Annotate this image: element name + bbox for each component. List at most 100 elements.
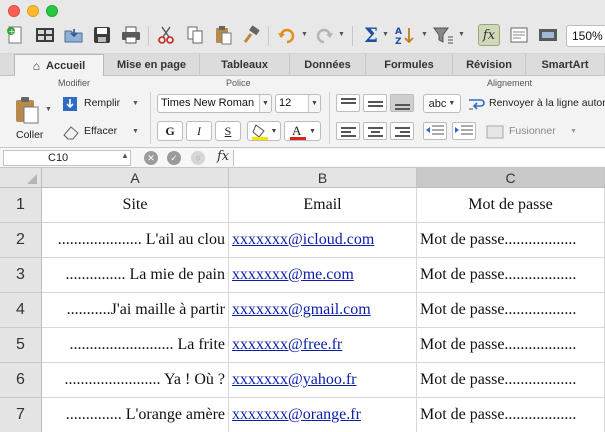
- fill-button[interactable]: Remplir ▼: [60, 94, 142, 114]
- password-cell[interactable]: Mot de passe..................: [417, 363, 605, 398]
- open-folder-icon[interactable]: [63, 24, 85, 46]
- redo-icon[interactable]: [313, 24, 335, 46]
- column-header-c[interactable]: C: [417, 168, 605, 188]
- cut-icon[interactable]: [155, 24, 177, 46]
- tab-formules[interactable]: Formules: [366, 54, 453, 76]
- row-header[interactable]: 2: [0, 223, 42, 258]
- tab-revision[interactable]: Révision: [453, 54, 526, 76]
- name-box[interactable]: C10: [3, 150, 131, 166]
- text-orientation-button[interactable]: abc ▼: [423, 94, 461, 113]
- paste-button[interactable]: Coller: [10, 96, 50, 144]
- tab-accueil[interactable]: ⌂ Accueil: [14, 54, 104, 77]
- chevron-down-icon: ▼: [448, 100, 456, 107]
- name-box-stepper-icon[interactable]: ▲: [121, 151, 129, 160]
- row-header[interactable]: 3: [0, 258, 42, 293]
- site-cell[interactable]: .......................... La frite: [42, 328, 229, 363]
- password-cell[interactable]: Mot de passe..................: [417, 293, 605, 328]
- align-top-button[interactable]: [336, 94, 360, 112]
- media-icon[interactable]: [537, 24, 559, 46]
- gallery-icon[interactable]: [34, 24, 56, 46]
- header-cell[interactable]: Site: [42, 188, 229, 223]
- password-cell[interactable]: Mot de passe..................: [417, 258, 605, 293]
- underline-button[interactable]: S: [215, 121, 241, 141]
- window-close-button[interactable]: [8, 5, 20, 17]
- font-color-button[interactable]: A ▼: [284, 121, 321, 141]
- clear-button[interactable]: Effacer ▼: [60, 122, 142, 142]
- show-formula-icon[interactable]: [508, 24, 530, 46]
- cancel-icon[interactable]: ✕: [144, 151, 158, 165]
- column-header-a[interactable]: A: [42, 168, 229, 188]
- new-document-icon[interactable]: +: [4, 24, 26, 46]
- format-painter-icon[interactable]: [240, 24, 262, 46]
- header-cell[interactable]: Mot de passe: [417, 188, 605, 223]
- sort-icon[interactable]: AZ: [394, 24, 416, 46]
- align-bottom-button[interactable]: [390, 94, 414, 112]
- merge-button[interactable]: Fusionner ▼: [486, 122, 582, 142]
- window-minimize-button[interactable]: [27, 5, 39, 17]
- align-left-button[interactable]: [336, 122, 360, 140]
- zoom-field[interactable]: 150%: [566, 25, 605, 47]
- row-header[interactable]: 7: [0, 398, 42, 432]
- decrease-indent-button[interactable]: [423, 122, 447, 140]
- align-right-button[interactable]: [390, 122, 414, 140]
- site-cell[interactable]: ........................ Ya ! Où ?: [42, 363, 229, 398]
- wrap-text-button[interactable]: Renvoyer à la ligne automatiquement: [467, 94, 605, 114]
- email-link-cell[interactable]: xxxxxxx@icloud.com: [229, 223, 417, 258]
- tab-smartart[interactable]: SmartArt: [526, 54, 605, 76]
- site-cell[interactable]: ............... La mie de pain: [42, 258, 229, 293]
- password-cell[interactable]: Mot de passe..................: [417, 328, 605, 363]
- insert-function-circle-icon[interactable]: ○: [191, 151, 205, 165]
- ribbon: Modifier Police Alignement Coller ▼ Remp…: [0, 76, 605, 148]
- eraser-icon: [63, 126, 79, 140]
- align-center-button[interactable]: [363, 122, 387, 140]
- password-cell[interactable]: Mot de passe..................: [417, 398, 605, 432]
- ribbon-tabs: ⌂ Accueil Mise en page Tableaux Données …: [0, 54, 605, 77]
- print-icon[interactable]: [120, 24, 142, 46]
- svg-text:Z: Z: [395, 37, 402, 45]
- row-header[interactable]: 5: [0, 328, 42, 363]
- tab-tableaux[interactable]: Tableaux: [200, 54, 290, 76]
- function-icon[interactable]: fx: [478, 24, 500, 46]
- password-cell[interactable]: Mot de passe..................: [417, 223, 605, 258]
- email-link-cell[interactable]: xxxxxxx@orange.fr: [229, 398, 417, 432]
- select-all-button[interactable]: [0, 168, 42, 188]
- undo-icon[interactable]: [276, 24, 298, 46]
- paste-label: Coller: [16, 129, 44, 141]
- row-header[interactable]: 4: [0, 293, 42, 328]
- email-link-cell[interactable]: xxxxxxx@me.com: [229, 258, 417, 293]
- group-title-alignement: Alignement: [487, 78, 533, 88]
- save-icon[interactable]: [91, 24, 113, 46]
- column-header-b[interactable]: B: [229, 168, 417, 188]
- confirm-icon[interactable]: ✓: [167, 151, 181, 165]
- tab-donnees[interactable]: Données: [290, 54, 366, 76]
- fill-down-icon: [63, 97, 77, 111]
- font-name-select[interactable]: Times New Roman ▼: [157, 94, 272, 113]
- chevron-down-icon: ▼: [270, 127, 278, 135]
- formula-input[interactable]: [233, 150, 605, 166]
- fx-label[interactable]: fx: [217, 149, 229, 164]
- align-middle-button[interactable]: [363, 94, 387, 112]
- filter-icon[interactable]: [432, 24, 454, 46]
- site-cell[interactable]: .............. L'orange amère: [42, 398, 229, 432]
- standard-toolbar: + ▼ ▼ Σ ▼ A Z ▼ ▼ fx 150%: [0, 0, 605, 54]
- bold-button[interactable]: G: [157, 121, 183, 141]
- tab-mise-en-page[interactable]: Mise en page: [104, 54, 200, 76]
- window-maximize-button[interactable]: [46, 5, 58, 17]
- excel-window: + ▼ ▼ Σ ▼ A Z ▼ ▼ fx 150% ⌂ Accueil Mise…: [0, 0, 605, 432]
- highlight-color-button[interactable]: ▼: [247, 121, 281, 141]
- increase-indent-button[interactable]: [452, 122, 476, 140]
- email-link-cell[interactable]: xxxxxxx@yahoo.fr: [229, 363, 417, 398]
- copy-icon[interactable]: [184, 24, 206, 46]
- autosum-icon[interactable]: Σ: [360, 23, 382, 47]
- svg-text:A: A: [395, 27, 402, 37]
- font-size-select[interactable]: 12 ▼: [275, 94, 321, 113]
- site-cell[interactable]: ..................... L'ail au clou: [42, 223, 229, 258]
- row-header[interactable]: 1: [0, 188, 42, 223]
- email-link-cell[interactable]: xxxxxxx@free.fr: [229, 328, 417, 363]
- header-cell[interactable]: Email: [229, 188, 417, 223]
- email-link-cell[interactable]: xxxxxxx@gmail.com: [229, 293, 417, 328]
- paste-icon[interactable]: [212, 24, 234, 46]
- site-cell[interactable]: ...........J'ai maille à partir: [42, 293, 229, 328]
- italic-button[interactable]: I: [186, 121, 212, 141]
- row-header[interactable]: 6: [0, 363, 42, 398]
